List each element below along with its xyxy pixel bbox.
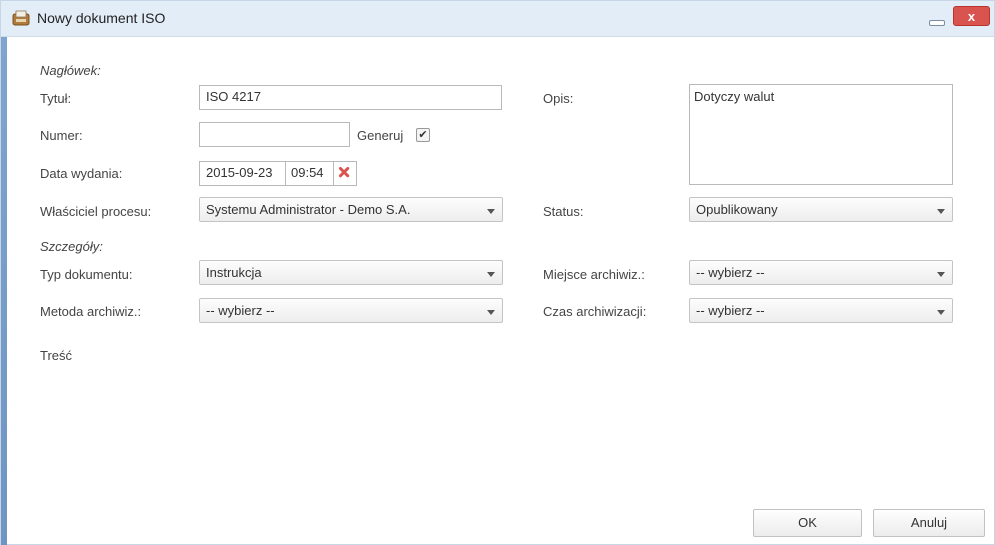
chevron-down-icon <box>937 310 945 315</box>
chevron-down-icon <box>487 310 495 315</box>
document-icon <box>12 10 30 26</box>
archive-place-select-value: -- wybierz -- <box>696 265 765 280</box>
clear-date-button[interactable] <box>333 161 357 186</box>
cancel-button[interactable]: Anuluj <box>873 509 985 537</box>
title-label: Tytuł: <box>40 91 72 106</box>
minimize-button[interactable] <box>926 13 946 27</box>
generate-label: Generuj <box>357 128 404 143</box>
archive-method-select[interactable]: -- wybierz -- <box>199 298 503 323</box>
date-input[interactable]: 2015-09-23 <box>199 161 286 186</box>
title-bar[interactable]: Nowy dokument ISO x <box>1 1 994 37</box>
chevron-down-icon <box>487 272 495 277</box>
owner-label: Właściciel procesu: <box>40 204 152 219</box>
chevron-down-icon <box>937 272 945 277</box>
generate-checkbox[interactable]: ✔ <box>416 128 430 142</box>
status-label: Status: <box>543 204 584 219</box>
close-button[interactable]: x <box>953 6 990 26</box>
archive-place-label: Miejsce archiwiz.: <box>543 267 645 282</box>
number-label: Numer: <box>40 128 83 143</box>
status-select[interactable]: Opublikowany <box>689 197 953 222</box>
dialog-window: Nowy dokument ISO x Nagłówek: Tytuł: ISO… <box>0 0 995 545</box>
content-label: Treść <box>40 348 73 363</box>
owner-select-value: Systemu Administrator - Demo S.A. <box>206 202 411 217</box>
doc-type-select-value: Instrukcja <box>206 265 262 280</box>
owner-select[interactable]: Systemu Administrator - Demo S.A. <box>199 197 503 222</box>
archive-method-select-value: -- wybierz -- <box>206 303 275 318</box>
left-accent-bar <box>1 37 7 545</box>
archive-place-select[interactable]: -- wybierz -- <box>689 260 953 285</box>
status-select-value: Opublikowany <box>696 202 778 217</box>
title-input[interactable]: ISO 4217 <box>199 85 502 110</box>
time-input[interactable]: 09:54 <box>285 161 334 186</box>
archive-time-label: Czas archiwizacji: <box>543 304 647 319</box>
description-label: Opis: <box>543 91 574 106</box>
archive-time-select[interactable]: -- wybierz -- <box>689 298 953 323</box>
window-title: Nowy dokument ISO <box>37 10 166 26</box>
ok-button[interactable]: OK <box>753 509 862 537</box>
number-input[interactable] <box>199 122 350 147</box>
details-section-label: Szczegóły: <box>40 239 103 254</box>
chevron-down-icon <box>937 209 945 214</box>
archive-time-select-value: -- wybierz -- <box>696 303 765 318</box>
date-label: Data wydania: <box>40 166 123 181</box>
doc-type-label: Typ dokumentu: <box>40 267 133 282</box>
chevron-down-icon <box>487 209 495 214</box>
archive-method-label: Metoda archiwiz.: <box>40 304 142 319</box>
checkmark-icon: ✔ <box>418 129 428 141</box>
header-section-label: Nagłówek: <box>40 63 101 78</box>
doc-type-select[interactable]: Instrukcja <box>199 260 503 285</box>
description-textarea[interactable]: Dotyczy walut <box>689 84 953 185</box>
minimize-icon <box>929 20 945 26</box>
clear-icon <box>338 166 350 178</box>
